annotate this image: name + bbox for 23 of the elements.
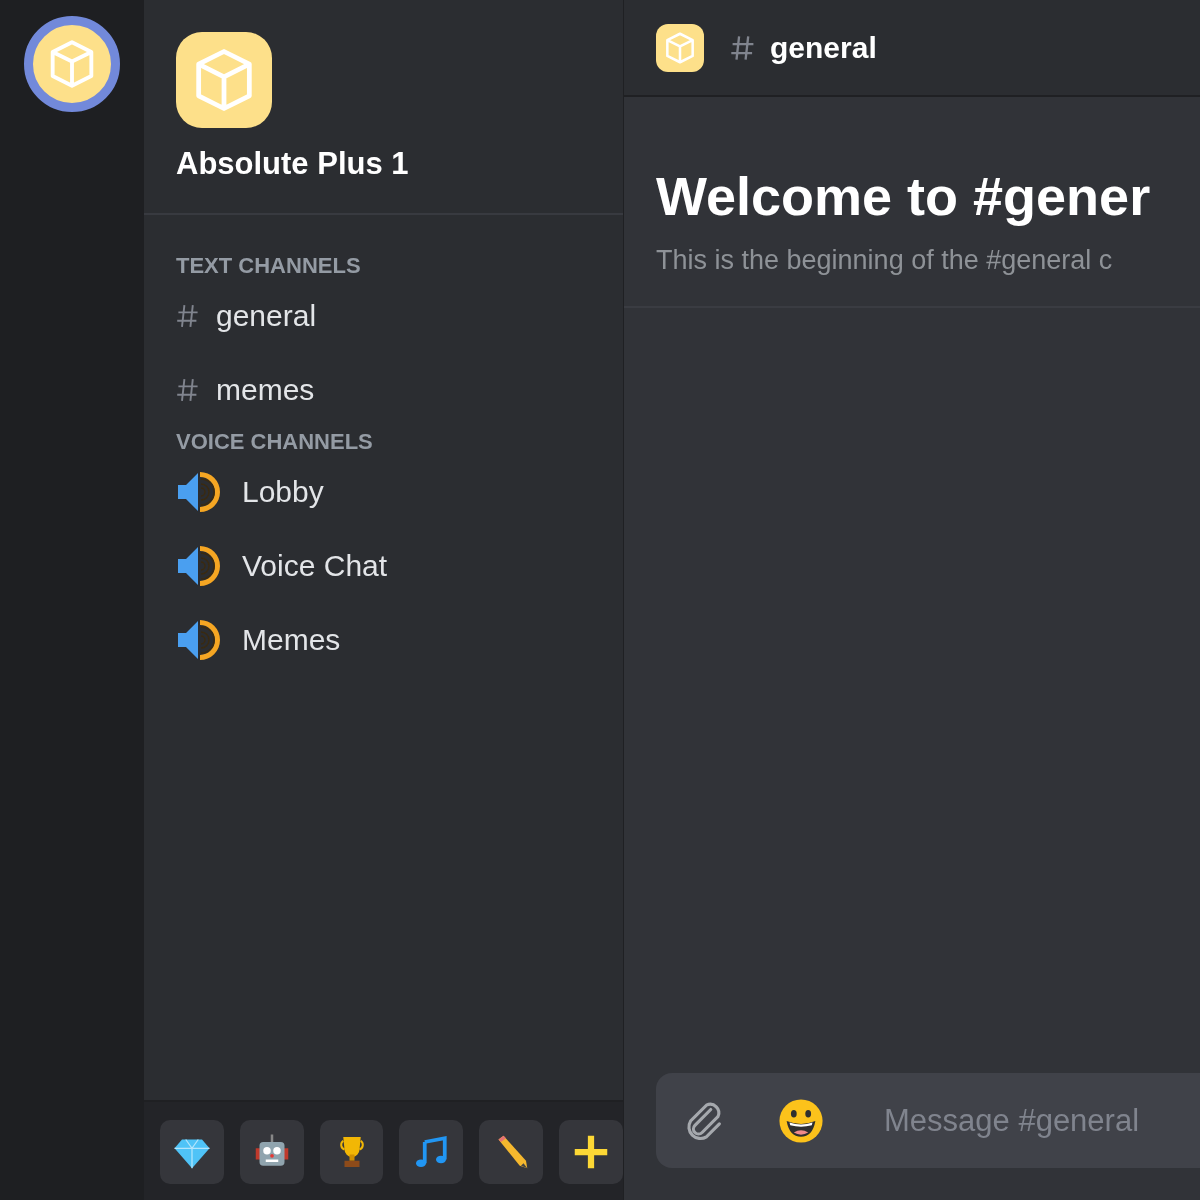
- channel-name[interactable]: general: [216, 299, 317, 333]
- channel-name[interactable]: memes: [216, 373, 315, 407]
- server-icon: [656, 23, 704, 72]
- speaker-icon: [176, 543, 222, 589]
- channel-name[interactable]: Memes: [242, 623, 341, 657]
- server-name: Absolute Plus 1: [176, 146, 410, 182]
- speaker-icon: [176, 469, 222, 515]
- channel-title: general: [770, 30, 877, 65]
- channel-name[interactable]: Lobby: [242, 475, 324, 509]
- toolbar-button[interactable]: [479, 1120, 544, 1184]
- welcome-title: Welcome to #gener: [656, 165, 1152, 227]
- speaker-icon: [176, 617, 222, 663]
- server-icon: [176, 32, 272, 128]
- category-heading: VOICE CHANNELS: [176, 429, 374, 455]
- toolbar-button[interactable]: [319, 1120, 384, 1184]
- toolbar-button[interactable]: [239, 1120, 304, 1184]
- welcome-subtitle: This is the beginning of the #general c: [656, 245, 1114, 276]
- smiley-icon[interactable]: [778, 1097, 824, 1144]
- toolbar-button[interactable]: [160, 1120, 224, 1184]
- category-heading: TEXT CHANNELS: [176, 253, 362, 279]
- message-input[interactable]: Message #general: [882, 1101, 1200, 1140]
- toolbar-button[interactable]: [559, 1120, 623, 1184]
- channel-name[interactable]: Voice Chat: [242, 549, 388, 583]
